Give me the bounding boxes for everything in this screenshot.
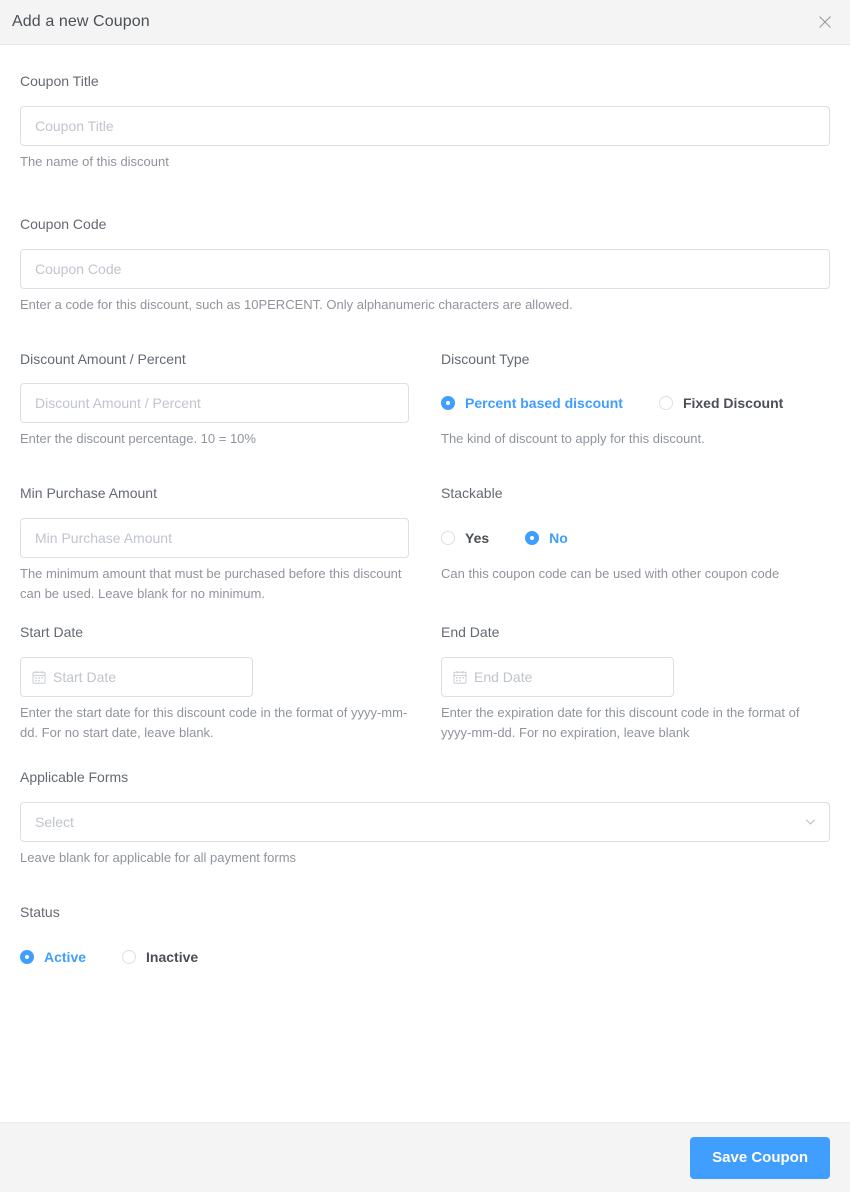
coupon-title-field: Coupon Title Coupon Title The name of th… (20, 73, 830, 172)
stackable-label: Stackable (441, 485, 503, 502)
coupon-code-label: Coupon Code (20, 215, 107, 232)
start-date-field: Start Date Start Date Enter the start da… (20, 624, 409, 743)
start-date-placeholder: Start Date (53, 668, 117, 685)
coupon-title-placeholder: Coupon Title (35, 117, 114, 134)
applicable-forms-select[interactable]: Select (20, 801, 830, 842)
chevron-down-icon[interactable] (804, 815, 817, 828)
coupon-title-label: Coupon Title (20, 73, 99, 89)
start-date-input[interactable]: Start Date (20, 656, 253, 697)
end-date-label: End Date (441, 624, 500, 641)
radio-dot-icon (658, 396, 673, 411)
applicable-forms-label: Applicable Forms (20, 768, 129, 785)
min-purchase-field: Min Purchase Amount Min Purchase Amount … (20, 485, 409, 604)
min-purchase-placeholder: Min Purchase Amount (35, 530, 172, 547)
applicable-forms-field: Applicable Forms Select Leave blank for … (20, 769, 830, 868)
radio-label: No (549, 530, 568, 547)
close-icon[interactable] (814, 11, 836, 33)
status-label: Status (20, 903, 60, 920)
dialog-footer: Save Coupon (0, 1122, 850, 1192)
applicable-forms-row: Applicable Forms Select Leave blank for … (20, 769, 830, 868)
coupon-code-placeholder: Coupon Code (35, 260, 122, 277)
radio-fixed-discount[interactable]: Fixed Discount (658, 395, 784, 412)
discount-type-field: Discount Type Percent based discount Fix… (441, 351, 830, 450)
start-date-label: Start Date (20, 624, 84, 641)
radio-label: Inactive (146, 948, 199, 965)
coupon-title-input[interactable]: Coupon Title (20, 105, 830, 146)
min-purchase-help: The minimum amount that must be purchase… (20, 566, 402, 602)
start-date-help: Enter the start date for this discount c… (20, 704, 408, 740)
radio-label: Active (44, 948, 87, 965)
end-date-placeholder: End Date (474, 668, 533, 685)
discount-type-label: Discount Type (441, 350, 530, 367)
min-purchase-row: Min Purchase Amount Min Purchase Amount … (20, 485, 830, 604)
coupon-title-help: The name of this discount (20, 153, 169, 169)
dialog-header: Add a new Coupon (0, 0, 850, 45)
discount-amount-placeholder: Discount Amount / Percent (35, 395, 201, 412)
discount-amount-label: Discount Amount / Percent (20, 350, 186, 367)
radio-stackable-no[interactable]: No (525, 530, 568, 546)
radio-label: Percent based discount (465, 395, 623, 412)
coupon-code-input[interactable]: Coupon Code (20, 248, 830, 289)
discount-type-help: The kind of discount to apply for this d… (441, 431, 705, 447)
radio-dot-icon (525, 531, 540, 546)
radio-dot-icon (20, 949, 34, 964)
add-coupon-dialog: Add a new Coupon Coupon Title Coupon Tit… (0, 0, 850, 1192)
radio-dot-icon (441, 531, 455, 546)
stackable-field: Stackable Yes No Can this coupon code ca… (441, 485, 830, 604)
stackable-help: Can this coupon code can be used with ot… (441, 566, 780, 582)
discount-amount-field: Discount Amount / Percent Discount Amoun… (20, 351, 409, 450)
calendar-icon (453, 670, 467, 684)
radio-status-active[interactable]: Active (20, 949, 86, 965)
status-field: Status Active Inactive (20, 904, 830, 977)
radio-status-inactive[interactable]: Inactive (122, 949, 198, 965)
end-date-help: Enter the expiration date for this disco… (441, 704, 800, 740)
radio-dot-icon (441, 396, 455, 411)
date-row: Start Date Start Date Enter the start da… (20, 624, 830, 743)
radio-dot-icon (122, 949, 137, 964)
discount-amount-input[interactable]: Discount Amount / Percent (20, 383, 409, 424)
min-purchase-label: Min Purchase Amount (20, 485, 157, 502)
status-row: Status Active Inactive (20, 904, 830, 977)
discount-row: Discount Amount / Percent Discount Amoun… (20, 351, 830, 450)
radio-stackable-yes[interactable]: Yes (441, 530, 489, 546)
dialog-title: Add a new Coupon (12, 13, 150, 30)
dialog-body: Coupon Title Coupon Title The name of th… (0, 45, 850, 1122)
applicable-forms-help: Leave blank for applicable for all payme… (20, 849, 297, 865)
status-radio-group: Active Inactive (20, 937, 830, 977)
radio-percent-based-discount[interactable]: Percent based discount (441, 395, 623, 411)
save-coupon-button[interactable]: Save Coupon (690, 1136, 830, 1179)
coupon-code-row: Coupon Code Coupon Code Enter a code for… (20, 216, 830, 315)
end-date-input[interactable]: End Date (441, 656, 674, 697)
coupon-title-row: Coupon Title Coupon Title The name of th… (20, 73, 830, 172)
stackable-radio-group: Yes No (441, 518, 830, 558)
end-date-field: End Date End Date Enter the expiration d… (441, 624, 830, 743)
discount-type-radio-group: Percent based discount Fixed Discount (441, 383, 830, 423)
coupon-code-field: Coupon Code Coupon Code Enter a code for… (20, 216, 830, 315)
radio-label: Fixed Discount (682, 395, 784, 412)
coupon-code-help: Enter a code for this discount, such as … (20, 296, 573, 312)
applicable-forms-placeholder: Select (35, 813, 74, 830)
radio-label: Yes (465, 530, 490, 547)
calendar-icon (32, 670, 46, 684)
discount-amount-help: Enter the discount percentage. 10 = 10% (20, 431, 256, 447)
min-purchase-input[interactable]: Min Purchase Amount (20, 518, 409, 559)
